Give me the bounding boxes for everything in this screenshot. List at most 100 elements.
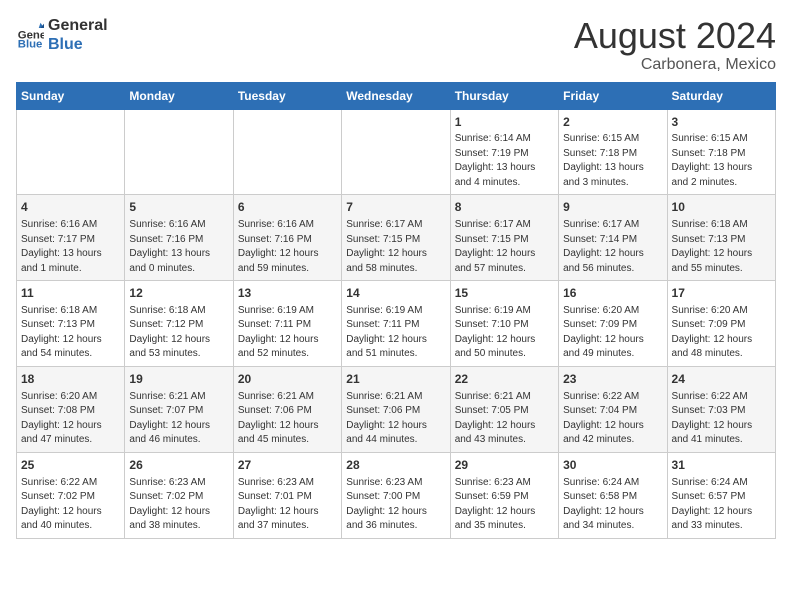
day-info: Sunrise: 6:19 AM Sunset: 7:11 PM Dayligh… — [238, 304, 337, 362]
calendar-cell: 2Sunrise: 6:15 AM Sunset: 7:18 PM Daylig… — [559, 109, 667, 195]
day-number: 8 — [455, 199, 554, 216]
day-header-friday: Friday — [559, 82, 667, 109]
day-info: Sunrise: 6:17 AM Sunset: 7:14 PM Dayligh… — [563, 218, 662, 276]
calendar-cell — [233, 109, 341, 195]
day-info: Sunrise: 6:21 AM Sunset: 7:06 PM Dayligh… — [346, 390, 445, 448]
day-info: Sunrise: 6:17 AM Sunset: 7:15 PM Dayligh… — [455, 218, 554, 276]
calendar-cell: 25Sunrise: 6:22 AM Sunset: 7:02 PM Dayli… — [17, 452, 125, 538]
day-info: Sunrise: 6:15 AM Sunset: 7:18 PM Dayligh… — [563, 132, 662, 190]
month-title: August 2024 — [574, 16, 776, 56]
day-info: Sunrise: 6:18 AM Sunset: 7:12 PM Dayligh… — [129, 304, 228, 362]
day-number: 21 — [346, 371, 445, 388]
calendar-cell: 5Sunrise: 6:16 AM Sunset: 7:16 PM Daylig… — [125, 195, 233, 281]
title-block: August 2024 Carbonera, Mexico — [574, 16, 776, 74]
day-header-thursday: Thursday — [450, 82, 558, 109]
calendar-cell: 30Sunrise: 6:24 AM Sunset: 6:58 PM Dayli… — [559, 452, 667, 538]
logo-blue: Blue — [48, 35, 108, 54]
day-number: 14 — [346, 285, 445, 302]
day-header-monday: Monday — [125, 82, 233, 109]
day-number: 5 — [129, 199, 228, 216]
calendar-week-2: 4 Sunrise: 6:16 AM Sunset: 7:17 PM Daylig… — [17, 195, 776, 281]
day-number: 4 — [21, 199, 120, 216]
day-number: 26 — [129, 457, 228, 474]
calendar-week-5: 25Sunrise: 6:22 AM Sunset: 7:02 PM Dayli… — [17, 452, 776, 538]
day-header-tuesday: Tuesday — [233, 82, 341, 109]
day-info: Sunrise: 6:21 AM Sunset: 7:06 PM Dayligh… — [238, 390, 337, 448]
day-number: 11 — [21, 285, 120, 302]
calendar-header-row: SundayMondayTuesdayWednesdayThursdayFrid… — [17, 82, 776, 109]
day-number: 19 — [129, 371, 228, 388]
calendar-cell: 14 Sunrise: 6:19 AM Sunset: 7:11 PM Dayli… — [342, 281, 450, 367]
calendar-cell: 26Sunrise: 6:23 AM Sunset: 7:02 PM Dayli… — [125, 452, 233, 538]
day-number: 30 — [563, 457, 662, 474]
day-info: Sunrise: 6:22 AM Sunset: 7:02 PM Dayligh… — [21, 476, 120, 534]
day-number: 20 — [238, 371, 337, 388]
calendar-cell: 7Sunrise: 6:17 AM Sunset: 7:15 PM Daylig… — [342, 195, 450, 281]
calendar-cell: 10 Sunrise: 6:18 AM Sunset: 7:13 PM Dayli… — [667, 195, 775, 281]
calendar-cell: 13Sunrise: 6:19 AM Sunset: 7:11 PM Dayli… — [233, 281, 341, 367]
day-number: 6 — [238, 199, 337, 216]
calendar-cell: 19Sunrise: 6:21 AM Sunset: 7:07 PM Dayli… — [125, 366, 233, 452]
day-info: Sunrise: 6:20 AM Sunset: 7:09 PM Dayligh… — [563, 304, 662, 362]
calendar-week-4: 18 Sunrise: 6:20 AM Sunset: 7:08 PM Dayli… — [17, 366, 776, 452]
day-info: Sunrise: 6:22 AM Sunset: 7:03 PM Dayligh… — [672, 390, 771, 448]
day-number: 31 — [672, 457, 771, 474]
page-header: General Blue General Blue August 2024 Ca… — [16, 16, 776, 74]
calendar-cell: 1Sunrise: 6:14 AM Sunset: 7:19 PM Daylig… — [450, 109, 558, 195]
calendar-week-3: 11 Sunrise: 6:18 AM Sunset: 7:13 PM Dayli… — [17, 281, 776, 367]
day-number: 1 — [455, 114, 554, 131]
day-header-saturday: Saturday — [667, 82, 775, 109]
day-number: 15 — [455, 285, 554, 302]
day-number: 18 — [21, 371, 120, 388]
day-info: Sunrise: 6:20 AM Sunset: 7:09 PM Dayligh… — [672, 304, 771, 362]
calendar-cell: 22Sunrise: 6:21 AM Sunset: 7:05 PM Dayli… — [450, 366, 558, 452]
day-number: 10 — [672, 199, 771, 216]
calendar-cell: 12 Sunrise: 6:18 AM Sunset: 7:12 PM Dayli… — [125, 281, 233, 367]
day-number: 17 — [672, 285, 771, 302]
location: Carbonera, Mexico — [574, 56, 776, 74]
day-info: Sunrise: 6:17 AM Sunset: 7:15 PM Dayligh… — [346, 218, 445, 276]
day-number: 2 — [563, 114, 662, 131]
day-number: 9 — [563, 199, 662, 216]
calendar-table: SundayMondayTuesdayWednesdayThursdayFrid… — [16, 82, 776, 539]
day-number: 23 — [563, 371, 662, 388]
day-info: Sunrise: 6:19 AM Sunset: 7:11 PM Dayligh… — [346, 304, 445, 362]
calendar-cell: 29Sunrise: 6:23 AM Sunset: 6:59 PM Dayli… — [450, 452, 558, 538]
calendar-cell: 6 Sunrise: 6:16 AM Sunset: 7:16 PM Daylig… — [233, 195, 341, 281]
calendar-cell — [125, 109, 233, 195]
calendar-cell: 8 Sunrise: 6:17 AM Sunset: 7:15 PM Daylig… — [450, 195, 558, 281]
day-info: Sunrise: 6:15 AM Sunset: 7:18 PM Dayligh… — [672, 132, 771, 190]
calendar-cell: 3Sunrise: 6:15 AM Sunset: 7:18 PM Daylig… — [667, 109, 775, 195]
calendar-cell: 23Sunrise: 6:22 AM Sunset: 7:04 PM Dayli… — [559, 366, 667, 452]
day-info: Sunrise: 6:23 AM Sunset: 7:00 PM Dayligh… — [346, 476, 445, 534]
day-info: Sunrise: 6:18 AM Sunset: 7:13 PM Dayligh… — [21, 304, 120, 362]
day-header-wednesday: Wednesday — [342, 82, 450, 109]
calendar-cell: 4 Sunrise: 6:16 AM Sunset: 7:17 PM Daylig… — [17, 195, 125, 281]
calendar-cell: 9 Sunrise: 6:17 AM Sunset: 7:14 PM Daylig… — [559, 195, 667, 281]
day-info: Sunrise: 6:24 AM Sunset: 6:57 PM Dayligh… — [672, 476, 771, 534]
calendar-cell: 17 Sunrise: 6:20 AM Sunset: 7:09 PM Dayli… — [667, 281, 775, 367]
day-header-sunday: Sunday — [17, 82, 125, 109]
logo: General Blue General Blue — [16, 16, 108, 54]
day-info: Sunrise: 6:18 AM Sunset: 7:13 PM Dayligh… — [672, 218, 771, 276]
day-info: Sunrise: 6:19 AM Sunset: 7:10 PM Dayligh… — [455, 304, 554, 362]
day-info: Sunrise: 6:21 AM Sunset: 7:05 PM Dayligh… — [455, 390, 554, 448]
day-info: Sunrise: 6:23 AM Sunset: 7:01 PM Dayligh… — [238, 476, 337, 534]
svg-text:Blue: Blue — [18, 38, 43, 49]
calendar-cell — [342, 109, 450, 195]
calendar-cell: 27 Sunrise: 6:23 AM Sunset: 7:01 PM Dayli… — [233, 452, 341, 538]
day-number: 27 — [238, 457, 337, 474]
day-info: Sunrise: 6:16 AM Sunset: 7:17 PM Dayligh… — [21, 218, 120, 276]
day-number: 12 — [129, 285, 228, 302]
calendar-cell: 28Sunrise: 6:23 AM Sunset: 7:00 PM Dayli… — [342, 452, 450, 538]
day-info: Sunrise: 6:14 AM Sunset: 7:19 PM Dayligh… — [455, 132, 554, 190]
calendar-cell — [17, 109, 125, 195]
day-number: 29 — [455, 457, 554, 474]
day-info: Sunrise: 6:16 AM Sunset: 7:16 PM Dayligh… — [238, 218, 337, 276]
day-info: Sunrise: 6:20 AM Sunset: 7:08 PM Dayligh… — [21, 390, 120, 448]
calendar-cell: 24Sunrise: 6:22 AM Sunset: 7:03 PM Dayli… — [667, 366, 775, 452]
logo-general: General — [48, 16, 108, 35]
calendar-cell: 21 Sunrise: 6:21 AM Sunset: 7:06 PM Dayli… — [342, 366, 450, 452]
calendar-cell: 18 Sunrise: 6:20 AM Sunset: 7:08 PM Dayli… — [17, 366, 125, 452]
calendar-week-1: 1Sunrise: 6:14 AM Sunset: 7:19 PM Daylig… — [17, 109, 776, 195]
